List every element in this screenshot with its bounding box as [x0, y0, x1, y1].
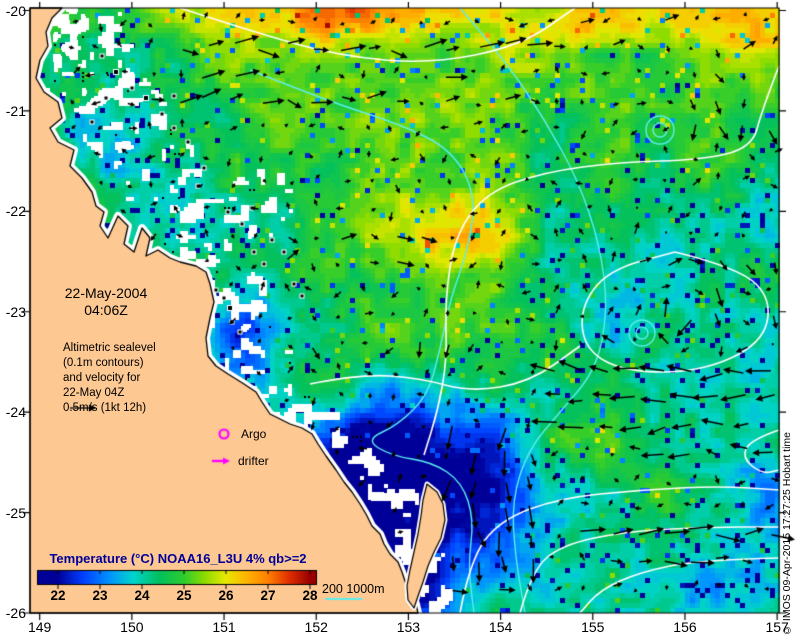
date-line-1: 22-May-2004 [64, 285, 148, 301]
colorbar-tick-label: 26 [218, 588, 234, 603]
colorbar-tick-label: 25 [176, 588, 192, 603]
sst-map-page: 22-May-2004 04:06Z Altimetric sealevel (… [0, 0, 800, 640]
x-tick-label: 153 [396, 619, 421, 635]
x-tick-label: 156 [673, 619, 697, 635]
colorbar-tick-label: 27 [260, 588, 276, 603]
argo-legend-label: Argo [241, 427, 267, 441]
drifter-legend-label: drifter [238, 454, 269, 468]
y-tick-label: -25 [5, 504, 26, 521]
date-line-2: 04:06Z [84, 302, 128, 318]
y-tick-label: -20 [5, 2, 26, 19]
y-tick-label: -24 [5, 404, 26, 421]
y-axis-tick-labels: -20 -21 -22 -23 -24 -25 -26 [0, 0, 28, 640]
altimetry-note: Altimetric sealevel (0.1m contours) and … [63, 341, 156, 416]
y-tick-label: -26 [5, 605, 26, 621]
colorbar-tick-labels: 22 23 24 25 26 27 28 [0, 588, 360, 604]
y-tick-label: -21 [5, 102, 26, 119]
note-line: 22-May 04Z [63, 387, 125, 399]
colorbar-title: Temperature (°C) NOAA16_L3U 4% qb>=2 [49, 551, 307, 566]
date-annotation: 22-May-2004 04:06Z [60, 285, 152, 319]
x-tick-label: 152 [304, 619, 328, 635]
note-line: Altimetric sealevel [63, 342, 156, 354]
x-tick-label: 150 [120, 619, 144, 635]
x-tick-label: 151 [212, 619, 236, 635]
copyright-vertical-text: © IMOS 09-Apr-2015 17:27:25 Hobart time [781, 431, 793, 636]
colorbar-tick-label: 24 [134, 588, 150, 603]
x-tick-label: 157 [765, 619, 789, 635]
note-line: and velocity for [63, 372, 141, 384]
colorbar-tick-label: 22 [50, 588, 66, 603]
x-tick-label: 154 [488, 619, 513, 635]
x-tick-label: 149 [27, 619, 52, 635]
x-tick-label: 155 [581, 619, 605, 635]
note-line: 0.5m/s (1kt 12h) [63, 402, 147, 414]
colorbar-tick-label: 23 [92, 588, 108, 603]
colorbar-tick-label: 28 [302, 588, 318, 603]
y-tick-label: -22 [5, 203, 26, 220]
note-line: (0.1m contours) [63, 357, 144, 369]
x-axis-tick-labels: 149 150 151 152 153 154 155 156 157 [0, 619, 800, 637]
sst-map-canvas [0, 0, 800, 640]
y-tick-label: -23 [5, 303, 26, 320]
